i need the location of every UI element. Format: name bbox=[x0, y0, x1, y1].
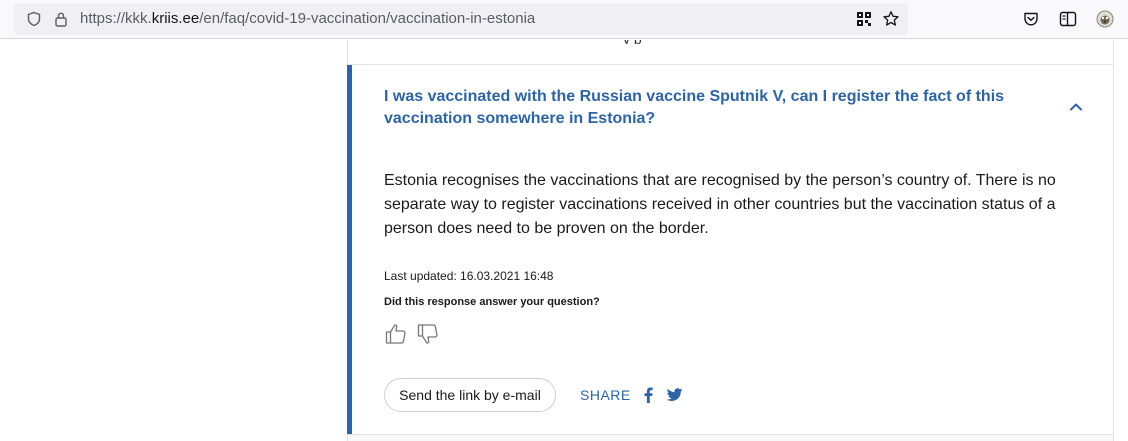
url-domain: kriis.ee bbox=[151, 10, 200, 27]
address-bar[interactable]: https://kkk.kriis.ee/en/faq/covid-19-vac… bbox=[14, 3, 908, 35]
url-prefix: https://kkk. bbox=[80, 10, 152, 27]
clipped-previous-item: y p bbox=[348, 40, 1113, 44]
feedback-question: Did this response answer your question? bbox=[384, 296, 600, 308]
lock-icon[interactable] bbox=[54, 11, 68, 32]
shield-icon[interactable] bbox=[26, 11, 42, 32]
reader-view-icon[interactable] bbox=[1059, 11, 1077, 32]
thumbs-up-icon[interactable] bbox=[384, 322, 408, 351]
qr-code-icon[interactable] bbox=[856, 11, 872, 32]
thumbs-down-icon[interactable] bbox=[416, 322, 440, 351]
faq-question-title[interactable]: I was vaccinated with the Russian vaccin… bbox=[384, 86, 1034, 130]
last-updated: Last updated: 16.03.2021 16:48 bbox=[384, 269, 554, 283]
share-label: SHARE bbox=[580, 387, 631, 403]
twitter-icon[interactable] bbox=[666, 388, 683, 407]
pocket-icon[interactable] bbox=[1023, 11, 1039, 32]
faq-answer: Estonia recognises the vaccinations that… bbox=[384, 172, 1056, 237]
url-text[interactable]: https://kkk.kriis.ee/en/faq/covid-19-vac… bbox=[80, 3, 535, 35]
chevron-up-icon[interactable] bbox=[1069, 99, 1083, 117]
facebook-icon[interactable] bbox=[642, 386, 654, 409]
content-border-right bbox=[1113, 40, 1114, 441]
page-content: y p I was vaccinated with the Russian va… bbox=[0, 40, 1128, 441]
browser-toolbar: https://kkk.kriis.ee/en/faq/covid-19-vac… bbox=[0, 0, 1128, 39]
send-link-email-button[interactable]: Send the link by e-mail bbox=[384, 378, 556, 412]
extension-icon[interactable] bbox=[1095, 9, 1115, 34]
bookmark-star-icon[interactable] bbox=[882, 10, 900, 33]
faq-divider-top bbox=[348, 64, 1113, 65]
url-path: /en/faq/covid-19-vaccination/vaccination… bbox=[199, 10, 536, 27]
next-faq-item-edge bbox=[348, 435, 1113, 441]
faq-accent-bar bbox=[347, 65, 352, 434]
